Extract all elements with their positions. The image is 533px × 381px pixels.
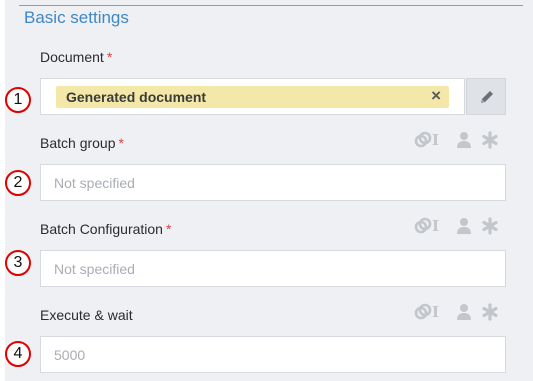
text-cursor-icon[interactable]: I [432, 131, 439, 149]
execute-wait-field-icons: I [410, 303, 505, 323]
batch-group-field[interactable]: Not specified [40, 164, 506, 201]
text-cursor-icon[interactable]: I [432, 217, 439, 235]
annotation-badge-3: 3 [5, 250, 31, 276]
user-icon[interactable] [456, 217, 472, 240]
text-cursor-icon[interactable]: I [432, 303, 439, 321]
link-icon[interactable] [414, 217, 432, 240]
user-icon[interactable] [456, 303, 472, 326]
pencil-icon [481, 91, 493, 103]
execute-wait-placeholder: 5000 [54, 347, 86, 363]
batch-group-field-icons: I [410, 131, 505, 151]
document-chip-label: Generated document [66, 89, 207, 105]
document-label-text: Document [40, 49, 104, 65]
batch-group-label: Batch group * [40, 135, 124, 151]
execute-wait-field[interactable]: 5000 [40, 336, 506, 373]
batch-configuration-label-text: Batch Configuration [40, 221, 163, 237]
batch-configuration-field[interactable]: Not specified [40, 250, 506, 287]
document-field[interactable]: Generated document × [40, 78, 465, 115]
required-mark: * [106, 49, 113, 65]
link-icon[interactable] [414, 303, 432, 326]
batch-configuration-label: Batch Configuration * [40, 221, 171, 237]
settings-panel: Basic settings Document * Generated docum… [5, 0, 533, 381]
remove-document-button[interactable]: × [431, 86, 441, 106]
annotation-badge-4: 4 [5, 341, 31, 367]
required-mark: * [165, 221, 172, 237]
required-mark: * [118, 135, 124, 151]
annotation-badge-2: 2 [5, 170, 31, 196]
document-label: Document * [40, 49, 112, 65]
batch-configuration-field-icons: I [410, 217, 505, 237]
asterisk-icon[interactable] [481, 131, 499, 154]
execute-wait-label-text: Execute & wait [40, 307, 133, 323]
section-divider [19, 5, 523, 6]
asterisk-icon[interactable] [481, 217, 499, 240]
batch-group-placeholder: Not specified [54, 175, 135, 191]
batch-group-label-text: Batch group [40, 135, 116, 151]
edit-document-button[interactable] [466, 78, 506, 115]
link-icon[interactable] [414, 131, 432, 154]
section-title: Basic settings [24, 8, 129, 27]
batch-configuration-placeholder: Not specified [54, 261, 135, 277]
user-icon[interactable] [456, 131, 472, 154]
asterisk-icon[interactable] [481, 303, 499, 326]
document-chip: Generated document × [56, 86, 449, 108]
annotation-badge-1: 1 [5, 87, 31, 113]
execute-wait-label: Execute & wait [40, 307, 133, 323]
